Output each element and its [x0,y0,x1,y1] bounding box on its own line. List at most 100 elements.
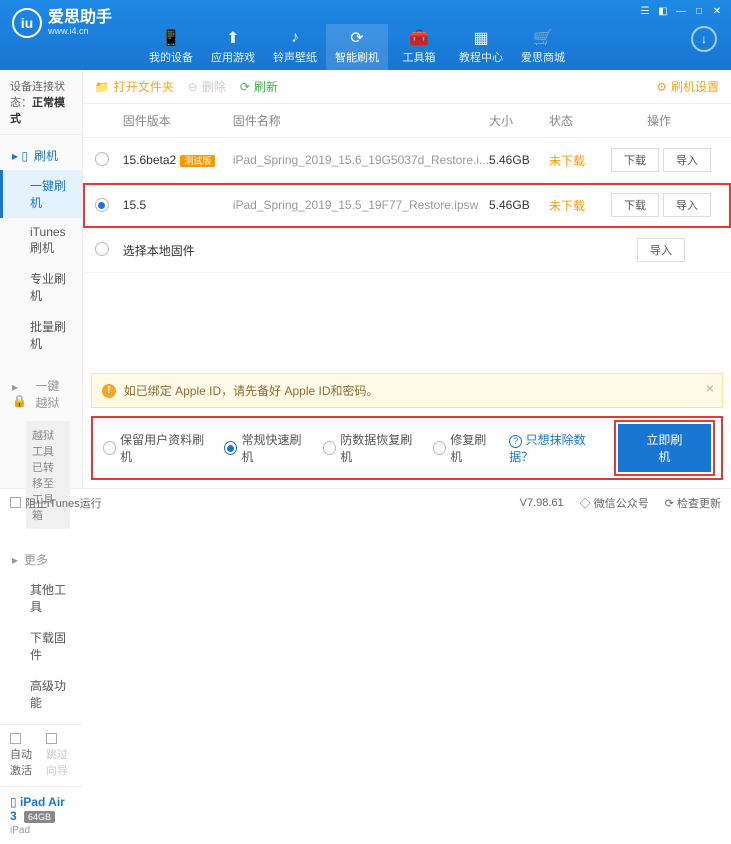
nav-item-6[interactable]: 🛒爱思商城 [512,24,574,70]
app-header: iu 爱思助手 www.i4.cn ☰ ◧ — □ ✕ 📱我的设备⬆应用游戏♪铃… [0,0,731,70]
flash-mode-option[interactable]: 常规快速刷机 [224,431,309,465]
nav-icon: 📱 [162,29,180,47]
sidebar-section-more[interactable]: ▸更多 [0,545,82,574]
delete-button[interactable]: ⊖删除 [188,78,226,95]
col-version: 固件版本 [123,112,233,129]
import-button[interactable]: 导入 [637,238,685,262]
download-indicator-icon[interactable]: ↓ [691,26,717,52]
app-subtitle: www.i4.cn [48,26,112,36]
start-flash-button[interactable]: 立即刷机 [618,424,711,472]
main-panel: 📁打开文件夹 ⊖删除 ⟳刷新 ⚙刷机设置 固件版本 固件名称 大小 状态 操作 … [83,70,731,488]
sidebar-item[interactable]: 其他工具 [0,574,82,622]
nav-item-2[interactable]: ♪铃声壁纸 [264,24,326,70]
maximize-icon[interactable]: □ [691,4,707,18]
col-name: 固件名称 [233,112,489,129]
warning-icon: ! [102,384,116,398]
flash-mode-option[interactable]: 保留用户资料刷机 [103,431,210,465]
nav-icon: ⬆ [224,29,242,47]
mode-radio[interactable] [224,441,237,455]
col-status: 状态 [549,112,599,129]
sidebar-item[interactable]: 专业刷机 [0,263,82,311]
flash-mode-option[interactable]: 防数据恢复刷机 [323,431,419,465]
skin-icon[interactable]: ◧ [655,4,671,18]
row-filename: iPad_Spring_2019_15.5_19F77_Restore.ipsw [233,198,489,212]
sidebar-item[interactable]: 高级功能 [0,670,82,718]
download-button[interactable]: 下载 [611,148,659,172]
lock-icon: ▸ 🔒 [12,380,29,408]
nav-icon: 🧰 [410,29,428,47]
nav-icon: ⟳ [348,29,366,47]
table-header: 固件版本 固件名称 大小 状态 操作 [83,104,731,138]
firmware-row[interactable]: 15.5iPad_Spring_2019_15.5_19F77_Restore.… [83,183,731,228]
nav-item-1[interactable]: ⬆应用游戏 [202,24,264,70]
sidebar-section-flash[interactable]: ▸ ▯ 刷机 [0,141,82,170]
row-radio[interactable] [95,152,109,166]
sidebar-section-jailbreak[interactable]: ▸ 🔒 一键越狱 [0,371,82,417]
row-radio[interactable] [95,242,109,256]
status-bar: 阻止iTunes运行 V7.98.61 ◇ 微信公众号 ⟳ 检查更新 [0,488,731,516]
col-ops: 操作 [599,112,719,129]
logo-icon: iu [12,8,42,38]
sidebar-item[interactable]: 下载固件 [0,622,82,670]
phone-icon: ▸ ▯ [12,149,28,163]
device-icon: ▯ [10,795,17,809]
skip-guide-checkbox[interactable]: 跳过向导 [46,733,72,778]
local-firmware-row[interactable]: 选择本地固件 导入 [83,228,731,273]
import-button[interactable]: 导入 [663,148,711,172]
mode-radio[interactable] [103,441,116,455]
nav-item-5[interactable]: ▦教程中心 [450,24,512,70]
check-update-link[interactable]: ⟳ 检查更新 [665,495,721,511]
open-folder-button[interactable]: 📁打开文件夹 [95,78,174,95]
wechat-link[interactable]: ◇ 微信公众号 [580,495,649,511]
nav-item-4[interactable]: 🧰工具箱 [388,24,450,70]
local-firmware-label: 选择本地固件 [123,242,233,259]
jailbreak-note: 越狱工具已转移至工具箱 [26,421,70,529]
firmware-row[interactable]: 15.6beta2测试版iPad_Spring_2019_15.6_19G503… [83,138,731,183]
nav-icon: ♪ [286,29,304,47]
version-label: V7.98.61 [520,497,564,509]
row-version: 15.5 [123,198,233,212]
flash-settings-button[interactable]: ⚙刷机设置 [656,78,719,95]
folder-icon: 📁 [95,80,110,94]
sidebar-options: 自动激活 跳过向导 [0,724,82,786]
refresh-icon: ⟳ [240,80,250,94]
warning-close-icon[interactable]: × [706,380,714,396]
download-button[interactable]: 下载 [611,193,659,217]
flash-mode-bar: 保留用户资料刷机常规快速刷机防数据恢复刷机修复刷机? 只想抹除数据？立即刷机 [91,416,723,480]
minimize-icon[interactable]: — [673,4,689,18]
warning-text: 如已绑定 Apple ID，请先备好 Apple ID和密码。 [124,382,379,399]
row-size: 5.46GB [489,153,549,167]
main-nav: 📱我的设备⬆应用游戏♪铃声壁纸⟳智能刷机🧰工具箱▦教程中心🛒爱思商城 [140,24,691,70]
nav-icon: 🛒 [534,29,552,47]
sidebar: 设备连接状态：正常模式 ▸ ▯ 刷机 一键刷机iTunes刷机专业刷机批量刷机 … [0,70,83,488]
row-size: 5.46GB [489,198,549,212]
nav-item-3[interactable]: ⟳智能刷机 [326,24,388,70]
toolbar: 📁打开文件夹 ⊖删除 ⟳刷新 ⚙刷机设置 [83,70,731,104]
auto-activate-checkbox[interactable]: 自动激活 [10,733,36,778]
sidebar-item[interactable]: 一键刷机 [0,170,82,218]
window-controls: ☰ ◧ — □ ✕ [637,4,725,18]
close-icon[interactable]: ✕ [709,4,725,18]
mode-radio[interactable] [433,441,446,455]
flash-mode-option[interactable]: 修复刷机 [433,431,495,465]
menu-icon[interactable]: ☰ [637,4,653,18]
wechat-icon: ◇ [580,498,591,510]
block-itunes-checkbox[interactable]: 阻止iTunes运行 [10,495,102,511]
device-card[interactable]: ▯ iPad Air 3 64GB iPad [0,786,82,844]
row-radio[interactable] [95,198,109,212]
import-button[interactable]: 导入 [663,193,711,217]
nav-icon: ▦ [472,29,490,47]
row-version: 15.6beta2测试版 [123,153,233,167]
app-title: 爱思助手 [48,10,112,26]
gear-icon: ⚙ [656,80,667,94]
info-icon[interactable]: ? [509,435,522,448]
refresh-button[interactable]: ⟳刷新 [240,78,278,95]
row-status: 未下载 [549,197,599,214]
sidebar-item[interactable]: 批量刷机 [0,311,82,359]
nav-item-0[interactable]: 📱我的设备 [140,24,202,70]
update-icon: ⟳ [665,498,674,510]
mode-radio[interactable] [323,441,336,455]
sidebar-item[interactable]: iTunes刷机 [0,218,82,263]
col-size: 大小 [489,112,549,129]
logo: iu 爱思助手 www.i4.cn [0,0,124,46]
